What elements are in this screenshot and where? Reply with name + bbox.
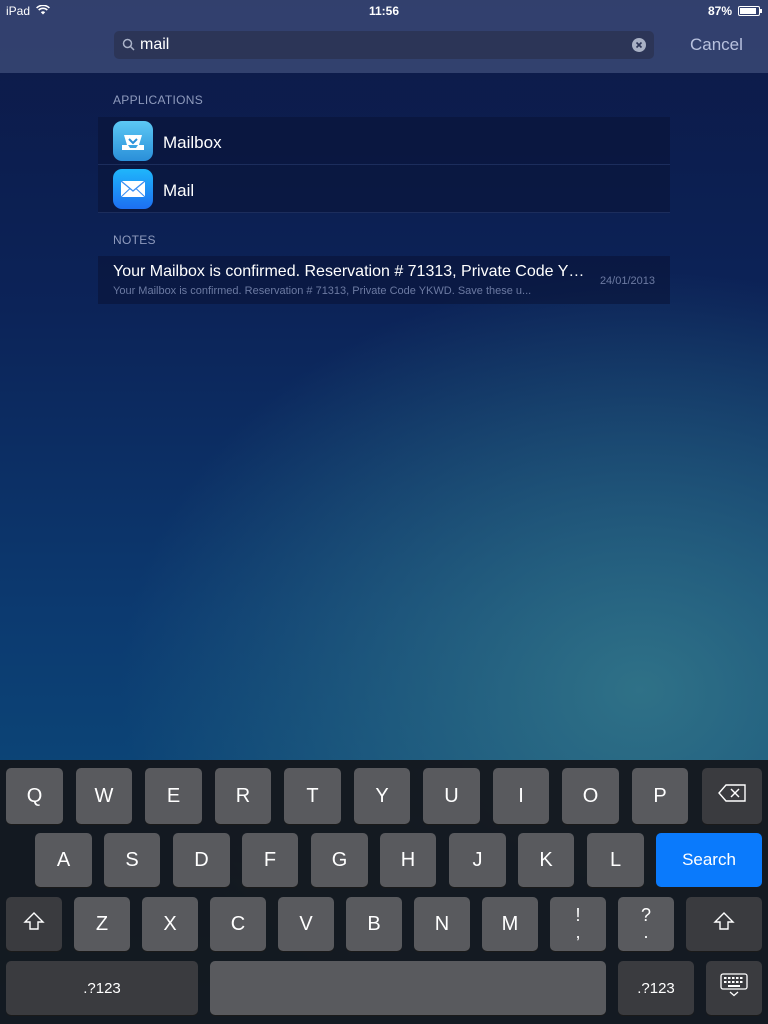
- cancel-button[interactable]: Cancel: [690, 35, 743, 55]
- key-v[interactable]: V: [278, 897, 334, 951]
- battery-icon: [738, 6, 762, 16]
- shift-icon: [23, 911, 45, 937]
- backspace-key[interactable]: [702, 768, 762, 824]
- search-field[interactable]: [114, 31, 654, 59]
- key-m[interactable]: M: [482, 897, 538, 951]
- shift-key-right[interactable]: [686, 897, 762, 951]
- app-label-mail: Mail: [163, 181, 195, 200]
- notes-section-header: NOTES: [113, 233, 156, 247]
- mailbox-app-icon: [113, 121, 153, 161]
- battery-percent: 87%: [707, 4, 732, 18]
- note-preview: Your Mailbox is confirmed. Reservation #…: [113, 285, 532, 297]
- app-label-mailbox: Mailbox: [163, 133, 222, 152]
- key-y[interactable]: Y: [354, 768, 410, 824]
- numbers-key-left[interactable]: .?123: [6, 961, 198, 1015]
- result-app-mail[interactable]: Mail: [98, 165, 670, 213]
- key-d[interactable]: D: [173, 833, 230, 887]
- mail-app-icon: [113, 169, 153, 209]
- key-t[interactable]: T: [284, 768, 341, 824]
- result-note[interactable]: Your Mailbox is confirmed. Reservation #…: [98, 256, 670, 304]
- space-key[interactable]: [210, 961, 606, 1015]
- numbers-key-right[interactable]: .?123: [618, 961, 694, 1015]
- search-input[interactable]: [140, 31, 620, 59]
- key-h[interactable]: H: [380, 833, 436, 887]
- key-q[interactable]: Q: [6, 768, 63, 824]
- key-k[interactable]: K: [518, 833, 574, 887]
- key-period-label: .: [643, 922, 649, 942]
- key-l[interactable]: L: [587, 833, 644, 887]
- key-r[interactable]: R: [215, 768, 271, 824]
- key-a[interactable]: A: [35, 833, 92, 887]
- key-question-period[interactable]: ? .: [618, 897, 674, 951]
- note-date: 24/01/2013: [599, 275, 655, 287]
- status-bar: iPad 11:56 87%: [0, 0, 768, 22]
- applications-section-header: APPLICATIONS: [113, 93, 204, 107]
- shift-key-left[interactable]: [6, 897, 62, 951]
- key-u[interactable]: U: [423, 768, 480, 824]
- status-time: 11:56: [368, 4, 400, 18]
- key-n[interactable]: N: [414, 897, 470, 951]
- keyboard-dismiss-key[interactable]: [706, 961, 762, 1015]
- search-key[interactable]: Search: [656, 833, 762, 887]
- result-app-mailbox[interactable]: Mailbox: [98, 117, 670, 165]
- key-e[interactable]: E: [145, 768, 202, 824]
- key-i[interactable]: I: [493, 768, 549, 824]
- note-title: Your Mailbox is confirmed. Reservation #…: [113, 263, 588, 280]
- key-x[interactable]: X: [142, 897, 198, 951]
- search-icon: [122, 38, 136, 52]
- backspace-icon: [718, 784, 746, 808]
- key-z[interactable]: Z: [74, 897, 130, 951]
- key-g[interactable]: G: [311, 833, 368, 887]
- key-c[interactable]: C: [210, 897, 266, 951]
- key-o[interactable]: O: [562, 768, 619, 824]
- key-w[interactable]: W: [76, 768, 132, 824]
- clear-icon[interactable]: [632, 38, 646, 52]
- key-b[interactable]: B: [346, 897, 402, 951]
- key-j[interactable]: J: [449, 833, 506, 887]
- keyboard-dismiss-icon: [720, 973, 748, 1003]
- key-f[interactable]: F: [242, 833, 298, 887]
- keyboard: Q W E R T Y U I O P A S D F G H J K L Se…: [0, 760, 768, 1024]
- key-s[interactable]: S: [104, 833, 160, 887]
- key-exclamation-comma[interactable]: ! ,: [550, 897, 606, 951]
- key-comma-label: ,: [575, 922, 581, 942]
- key-p[interactable]: P: [632, 768, 688, 824]
- shift-icon: [713, 911, 735, 937]
